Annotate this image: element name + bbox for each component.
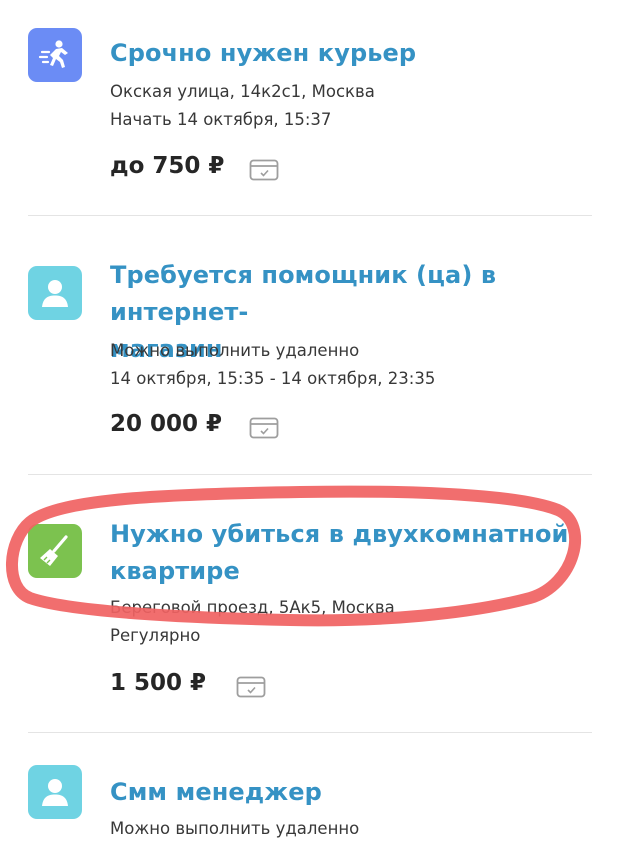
task-address: Береговой проезд, 5Ак5, Москва (110, 598, 395, 617)
task-schedule: Регулярно (110, 626, 201, 645)
person-icon (28, 266, 82, 320)
task-address: Окская улица, 14к2с1, Москва (110, 82, 375, 101)
task-price: до 750 ₽ (110, 153, 225, 179)
task-schedule: 14 октября, 15:35 - 14 октября, 23:35 (110, 369, 436, 388)
divider (28, 215, 592, 216)
task-title[interactable]: Срочно нужен курьер (110, 35, 590, 72)
courier-running-icon (28, 28, 82, 82)
task-price: 20 000 ₽ (110, 411, 223, 437)
task-schedule: Начать 14 октября, 15:37 (110, 110, 332, 129)
card-payment-icon (249, 417, 279, 439)
person-icon (28, 765, 82, 819)
task-price: 1 500 ₽ (110, 670, 207, 696)
task-location: Можно выполнить удаленно (110, 341, 360, 360)
task-title-line: Нужно убиться в двухкомнатной (110, 520, 569, 548)
broom-icon (28, 524, 82, 578)
task-title-line: Требуется помощник (ца) в интернет- (110, 261, 497, 326)
card-payment-icon (249, 159, 279, 181)
task-location: Можно выполнить удаленно (110, 819, 360, 838)
task-title[interactable]: Смм менеджер (110, 774, 590, 811)
divider (28, 474, 592, 475)
divider (28, 732, 592, 733)
card-payment-icon (236, 676, 266, 698)
task-title-line: квартире (110, 557, 240, 585)
task-title[interactable]: Нужно убиться в двухкомнатной квартире (110, 516, 590, 590)
